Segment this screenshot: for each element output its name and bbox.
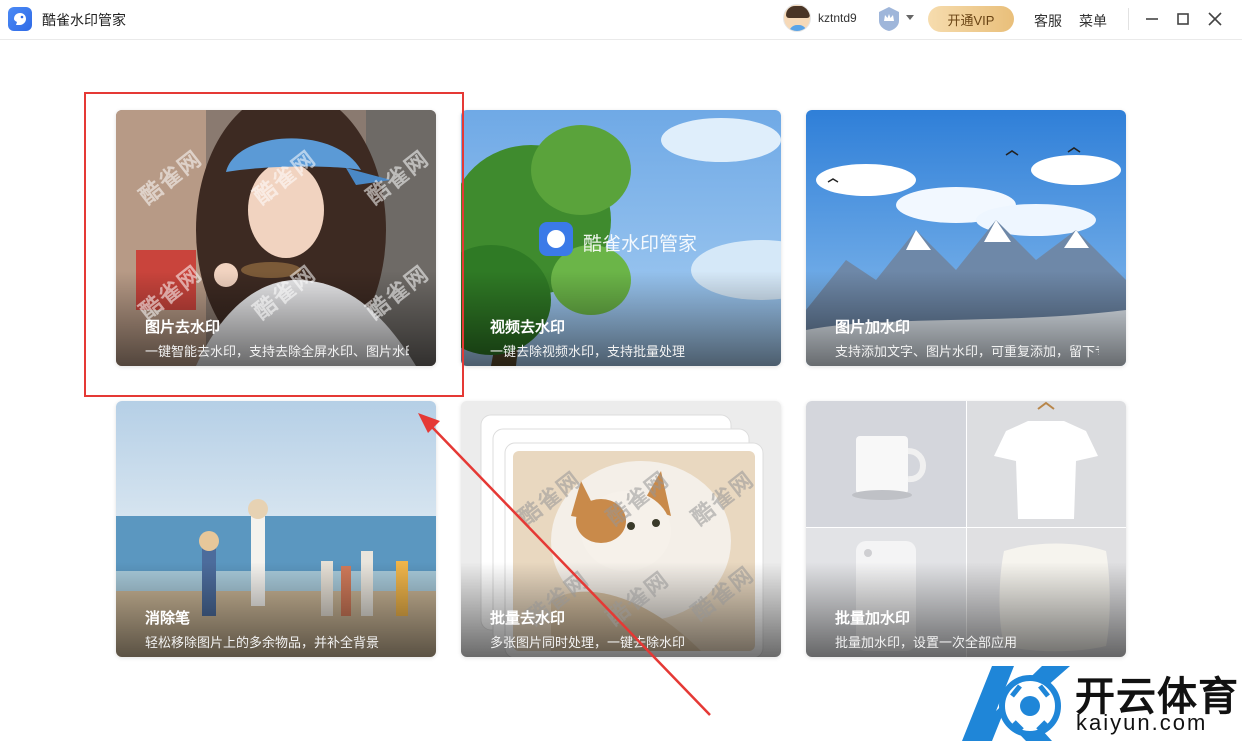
annotation-arrow-icon	[418, 413, 711, 716]
brand-watermark-en: kaiyun.com	[1076, 710, 1208, 735]
